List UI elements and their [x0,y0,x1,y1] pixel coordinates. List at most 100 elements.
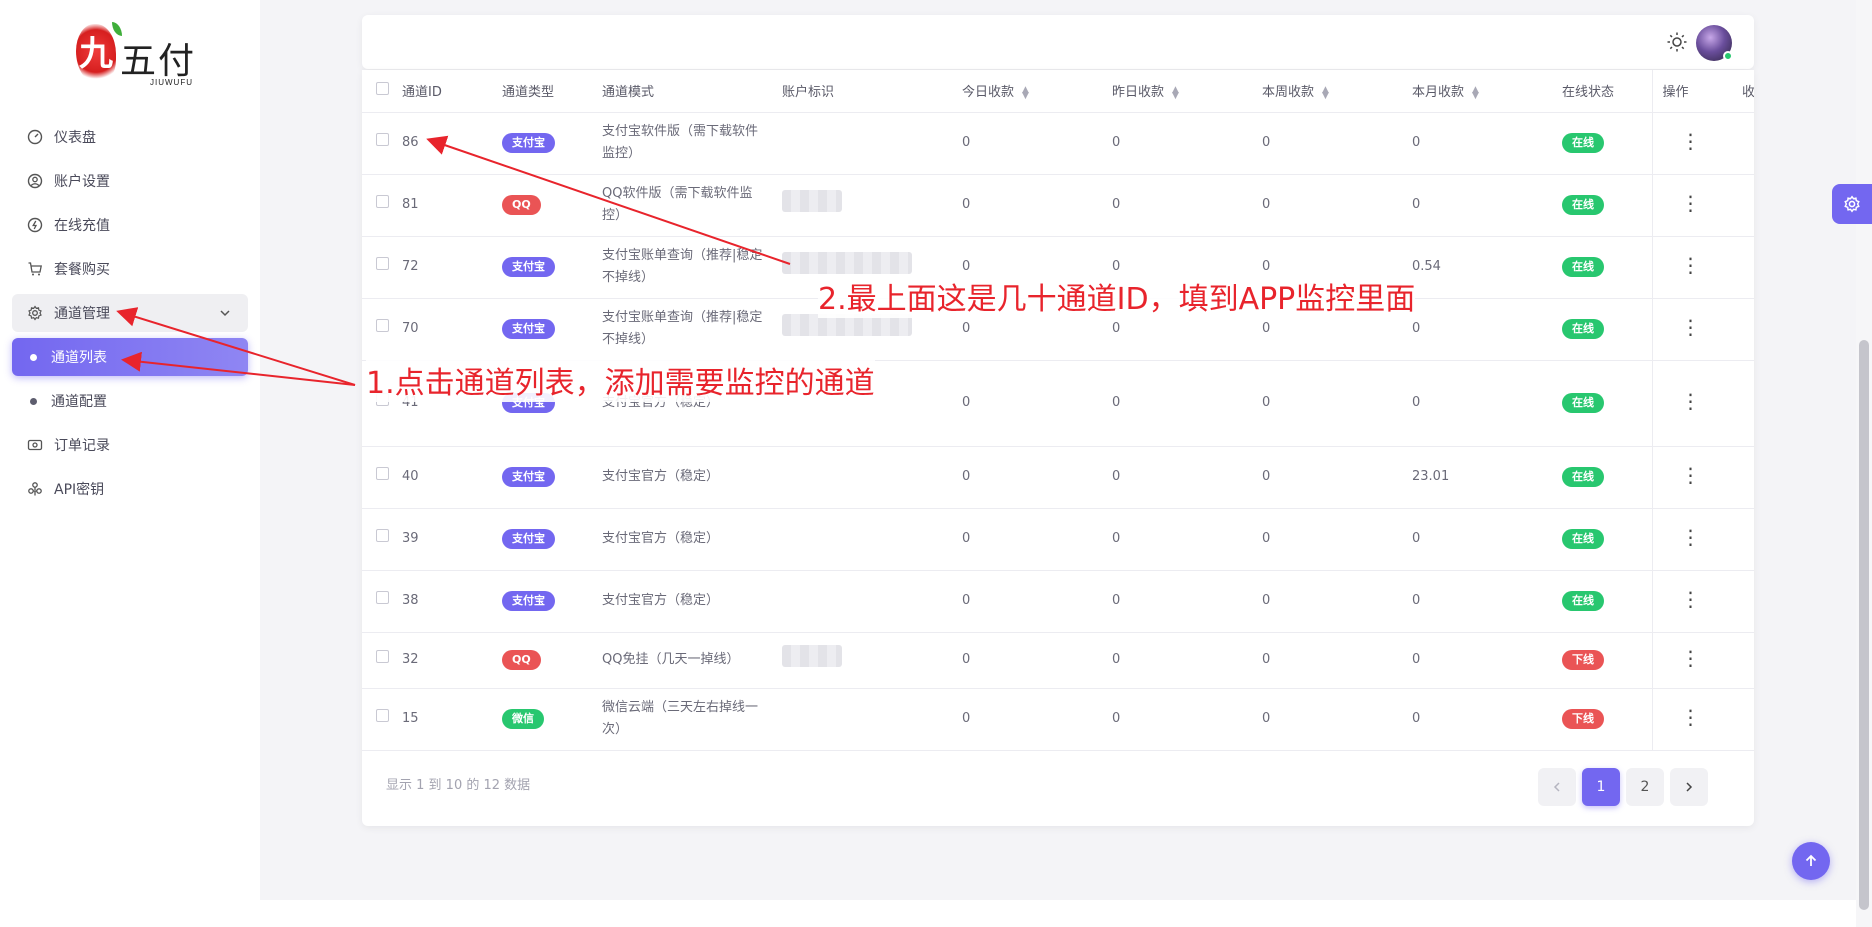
row-checkbox[interactable] [376,319,389,332]
sort-icon: ▲ ▼ [1472,84,1479,101]
status-badge: 在线 [1562,467,1604,487]
week-amount: 0 [1262,632,1412,689]
row-checkbox[interactable] [376,257,389,270]
col-header-yesterday[interactable]: 昨日收款 ▲ ▼ [1112,70,1262,113]
more-actions-icon[interactable]: ⋮ [1653,463,1701,487]
back-to-top-button[interactable] [1792,842,1830,880]
week-amount: 0 [1262,174,1412,237]
logo[interactable]: 九 五付 JIUWUFU [76,22,206,92]
row-checkbox[interactable] [376,529,389,542]
sidebar-item-recharge[interactable]: 在线充值 [12,206,248,244]
online-status-dot [1723,51,1733,61]
top-bar [362,15,1754,69]
page-button-2[interactable]: 2 [1626,768,1664,806]
more-actions-icon[interactable]: ⋮ [1653,705,1701,729]
more-actions-icon[interactable]: ⋮ [1653,253,1701,277]
more-actions-icon[interactable]: ⋮ [1653,129,1701,153]
yesterday-amount: 0 [1112,688,1262,751]
cart-icon [26,260,44,278]
more-actions-icon[interactable]: ⋮ [1653,191,1701,215]
customizer-toggle-button[interactable] [1832,184,1872,224]
account-id-cell [782,112,962,175]
table-header-row: 通道ID 通道类型 通道模式 账户标识 今日收款 ▲ ▼ 昨日收款 ▲ ▼ 本周收款 ▲ ▼… [362,70,1754,113]
channel-table: 通道ID 通道类型 通道模式 账户标识 今日收款 ▲ ▼ 昨日收款 ▲ ▼ 本周收款 ▲ ▼… [362,70,1754,751]
sidebar-item-dashboard[interactable]: 仪表盘 [12,118,248,156]
scrollbar-thumb[interactable] [1859,340,1869,910]
sidebar-item-api-key[interactable]: API密钥 [12,470,248,508]
status-badge: 在线 [1562,529,1604,549]
row-checkbox[interactable] [376,195,389,208]
week-amount: 0 [1262,570,1412,633]
channel-id: 72 [402,236,502,299]
theme-toggle-sun-icon[interactable] [1666,31,1688,53]
bullet-dot-icon [30,353,37,361]
channel-type-badge: 微信 [502,709,544,729]
api-key-icon [26,480,44,498]
prev-page-button[interactable] [1538,768,1576,806]
more-actions-icon[interactable]: ⋮ [1653,646,1701,670]
col-header-month[interactable]: 本月收款 ▲ ▼ [1412,70,1562,113]
row-checkbox[interactable] [376,133,389,146]
pagination-info: 显示 1 到 10 的 12 数据 [386,778,531,793]
week-amount: 0 [1262,508,1412,571]
month-amount: 0 [1412,508,1562,571]
next-page-button[interactable] [1670,768,1708,806]
sidebar-item-label: 在线充值 [54,218,110,234]
row-checkbox[interactable] [376,709,389,722]
channel-type-badge: QQ [502,195,541,215]
page-button-1[interactable]: 1 [1582,768,1620,806]
order-record-icon [26,436,44,454]
more-actions-icon[interactable]: ⋮ [1653,525,1701,549]
today-amount: 0 [962,632,1112,689]
col-header-week[interactable]: 本周收款 ▲ ▼ [1262,70,1412,113]
yesterday-amount: 0 [1112,446,1262,509]
today-amount: 0 [962,688,1112,751]
more-actions-icon[interactable]: ⋮ [1653,315,1701,339]
col-header-extra: 收 [1742,70,1754,113]
month-amount: 0 [1412,688,1562,751]
col-header-today[interactable]: 今日收款 ▲ ▼ [962,70,1112,113]
arrow-up-icon [1805,854,1817,866]
sort-icon: ▲ ▼ [1022,84,1029,101]
month-amount: 0 [1412,632,1562,689]
status-badge: 在线 [1562,591,1604,611]
more-actions-icon[interactable]: ⋮ [1653,389,1701,413]
sidebar-item-channel-management[interactable]: 通道管理 [12,294,248,332]
sidebar-item-label: API密钥 [54,482,105,498]
account-id-cell [782,446,962,509]
annotation-step-2: 2.最上面这是几十通道ID，填到APP监控里面 [818,274,1416,318]
account-id-cell [782,688,962,751]
channel-id: 70 [402,298,502,361]
channel-mode: 支付宝官方（稳定） [602,570,782,633]
today-amount: 0 [962,112,1112,175]
status-badge: 下线 [1562,709,1604,729]
bolt-circle-icon [26,216,44,234]
table-row: 32 QQ QQ免挂（几天一掉线） 0 0 0 0 下线 ⋮ [362,632,1754,689]
today-amount: 0 [962,508,1112,571]
sidebar-item-channel-list[interactable]: 通道列表 [12,338,248,376]
col-header-mode: 通道模式 [602,70,782,113]
row-checkbox[interactable] [376,467,389,480]
select-all-checkbox[interactable] [376,82,389,96]
sidebar-item-package[interactable]: 套餐购买 [12,250,248,288]
sidebar-item-label: 通道管理 [54,306,110,322]
user-avatar[interactable] [1696,25,1733,61]
more-actions-icon[interactable]: ⋮ [1653,587,1701,611]
yesterday-amount: 0 [1112,632,1262,689]
logo-subtitle: JIUWUFU [150,78,193,87]
week-amount: 0 [1262,112,1412,175]
page-scrollbar[interactable] [1856,0,1872,927]
channel-id: 38 [402,570,502,633]
sidebar-item-account[interactable]: 账户设置 [12,162,248,200]
table-row: 40 支付宝 支付宝官方（稳定） 0 0 0 23.01 在线 ⋮ [362,446,1754,509]
status-badge: 下线 [1562,650,1604,670]
sidebar-item-channel-config[interactable]: 通道配置 [12,382,248,420]
sidebar-item-orders[interactable]: 订单记录 [12,426,248,464]
sidebar-item-label: 账户设置 [54,174,110,190]
channel-id: 15 [402,688,502,751]
row-checkbox[interactable] [376,591,389,604]
account-id-cell [782,174,962,237]
sidebar-nav: 仪表盘 账户设置 在线充值 套餐购买 通道管理 通道列表 通道配置 订单记录 A… [12,118,248,514]
channel-mode: QQ免挂（几天一掉线） [602,632,782,689]
row-checkbox[interactable] [376,650,389,663]
